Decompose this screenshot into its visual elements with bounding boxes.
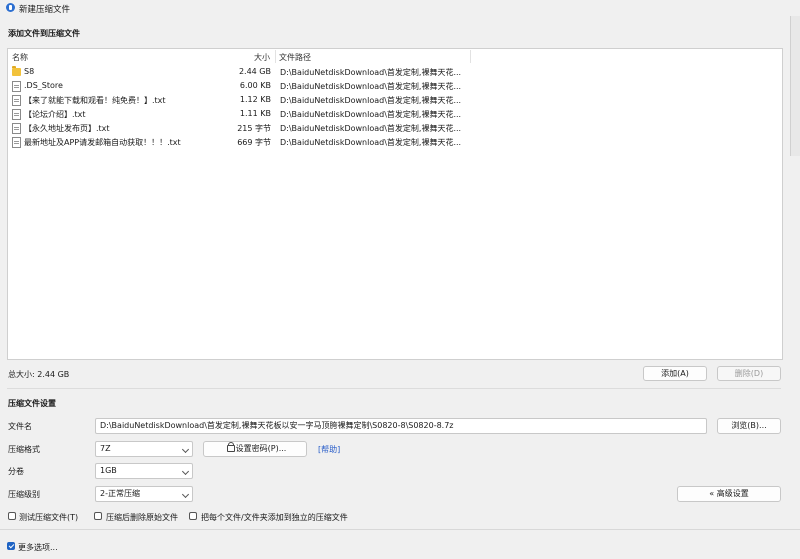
row-path: D:\BaiduNetdiskDownload\首发定制,裸舞天花... xyxy=(280,96,462,105)
column-header-path[interactable]: 文件路径 xyxy=(279,52,311,63)
more-options-checkbox[interactable] xyxy=(7,542,15,550)
text-file-icon xyxy=(12,109,21,120)
table-row[interactable]: 【永久地址发布页】.txt 215 字节 D:\BaiduNetdiskDown… xyxy=(8,121,782,135)
row-size: 6.00 KB xyxy=(239,81,271,90)
add-button[interactable]: 添加(A) xyxy=(643,366,707,381)
format-select[interactable]: 7Z xyxy=(95,441,193,457)
column-separator xyxy=(470,50,471,63)
row-size: 1.12 KB xyxy=(239,95,271,104)
column-header-size[interactable]: 大小 xyxy=(254,52,270,63)
row-size: 1.11 KB xyxy=(239,109,271,118)
row-name: 【永久地址发布页】.txt xyxy=(24,124,110,133)
side-panel xyxy=(790,16,800,156)
row-name: 最新地址及APP请发邮箱自动获取！！！.txt xyxy=(24,138,181,147)
text-file-icon xyxy=(12,95,21,106)
set-password-button[interactable]: 设置密码(P)... xyxy=(203,441,307,457)
row-size: 215 字节 xyxy=(237,124,271,133)
split-value: 1GB xyxy=(100,466,117,475)
split-label: 分卷 xyxy=(8,467,24,476)
separate-archives-label[interactable]: 把每个文件/文件夹添加到独立的压缩文件 xyxy=(201,512,348,523)
settings-heading: 压缩文件设置 xyxy=(8,399,56,408)
table-row[interactable]: 【论坛介绍】.txt 1.11 KB D:\BaiduNetdiskDownlo… xyxy=(8,107,782,121)
delete-after-checkbox[interactable] xyxy=(94,512,102,520)
row-name: 【论坛介绍】.txt xyxy=(24,110,86,119)
row-size: 2.44 GB xyxy=(238,67,271,76)
delete-after-label[interactable]: 压缩后删除原始文件 xyxy=(106,512,178,523)
column-header-name[interactable]: 名称 xyxy=(12,52,28,63)
row-size: 669 字节 xyxy=(237,138,271,147)
row-name: .DS_Store xyxy=(24,81,63,90)
add-section-heading: 添加文件到压缩文件 xyxy=(8,29,80,38)
row-name: 【来了就能下载和观看！纯免费！】.txt xyxy=(24,96,166,105)
app-icon xyxy=(6,3,15,12)
column-separator xyxy=(275,50,276,63)
window-title: 新建压缩文件 xyxy=(19,5,71,15)
format-value: 7Z xyxy=(100,444,111,453)
text-file-icon xyxy=(12,123,21,134)
title-bar: 新建压缩文件 xyxy=(0,0,800,16)
file-icon xyxy=(12,81,21,92)
folder-icon xyxy=(12,66,21,76)
row-path: D:\BaiduNetdiskDownload\首发定制,裸舞天花... xyxy=(280,124,462,133)
row-path: D:\BaiduNetdiskDownload\首发定制,裸舞天花... xyxy=(280,138,462,147)
chevron-down-icon xyxy=(181,490,190,499)
advanced-settings-button[interactable]: « 高级设置 xyxy=(677,486,781,502)
set-password-label: 设置密码(P)... xyxy=(235,444,287,453)
more-options-label[interactable]: 更多选项... xyxy=(18,542,58,553)
filename-input[interactable]: D:\BaiduNetdiskDownload\首发定制,裸舞天花板以安一字马顶… xyxy=(95,418,707,434)
row-name: S8 xyxy=(24,67,35,76)
test-archive-checkbox[interactable] xyxy=(8,512,16,520)
row-path: D:\BaiduNetdiskDownload\首发定制,裸舞天花... xyxy=(280,110,462,119)
level-value: 2-正常压缩 xyxy=(100,489,140,498)
total-size: 总大小: 2.44 GB xyxy=(8,370,70,379)
level-select[interactable]: 2-正常压缩 xyxy=(95,486,193,502)
format-label: 压缩格式 xyxy=(8,445,40,454)
text-file-icon xyxy=(12,137,21,148)
filename-label: 文件名 xyxy=(8,422,32,431)
chevron-down-icon xyxy=(181,467,190,476)
row-path: D:\BaiduNetdiskDownload\首发定制,裸舞天花... xyxy=(280,82,462,91)
lock-icon xyxy=(227,442,235,452)
split-select[interactable]: 1GB xyxy=(95,463,193,479)
level-label: 压缩级别 xyxy=(8,490,40,499)
section-divider xyxy=(7,388,781,389)
file-list[interactable]: 名称 大小 文件路径 S8 2.44 GB D:\BaiduNetdiskDow… xyxy=(7,48,783,360)
table-row[interactable]: 【来了就能下载和观看！纯免费！】.txt 1.12 KB D:\BaiduNet… xyxy=(8,93,782,107)
separate-archives-checkbox[interactable] xyxy=(189,512,197,520)
browse-button[interactable]: 浏览(B)... xyxy=(717,418,781,434)
table-row[interactable]: S8 2.44 GB D:\BaiduNetdiskDownload\首发定制,… xyxy=(8,65,782,79)
table-row[interactable]: .DS_Store 6.00 KB D:\BaiduNetdiskDownloa… xyxy=(8,79,782,93)
table-row[interactable]: 最新地址及APP请发邮箱自动获取！！！.txt 669 字节 D:\BaiduN… xyxy=(8,135,782,149)
test-archive-label[interactable]: 测试压缩文件(T) xyxy=(19,512,78,523)
chevron-down-icon xyxy=(181,445,190,454)
bottom-bar: 更多选项... xyxy=(0,529,800,559)
row-path: D:\BaiduNetdiskDownload\首发定制,裸舞天花... xyxy=(280,68,462,77)
delete-button[interactable]: 删除(D) xyxy=(717,366,781,381)
help-link[interactable]: [帮助] xyxy=(318,444,340,455)
